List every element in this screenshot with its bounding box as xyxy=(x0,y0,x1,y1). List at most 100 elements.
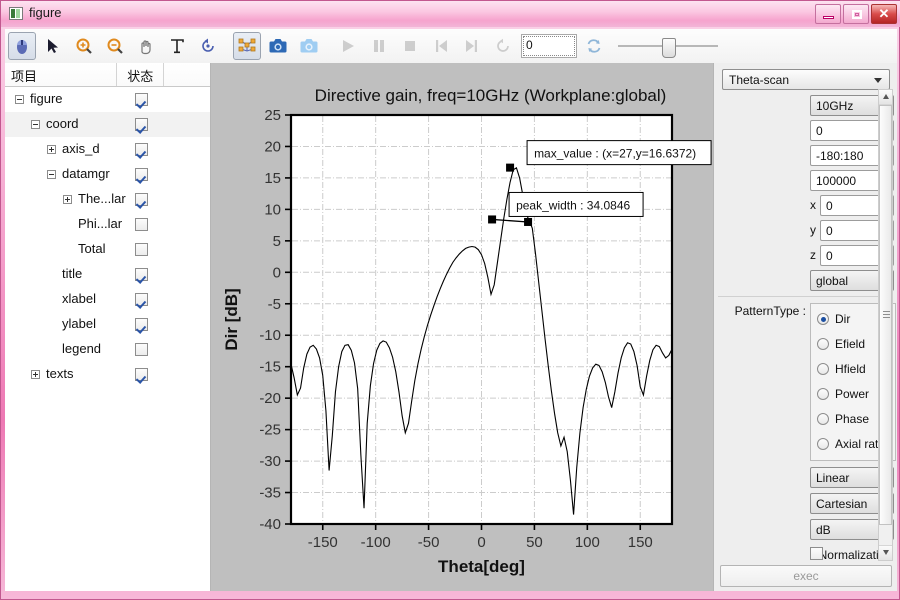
visibility-checkbox[interactable] xyxy=(135,293,148,306)
field-row: AxisType :Cartesian xyxy=(714,491,896,516)
field-row: Distance :100000 xyxy=(714,168,894,193)
max-value-annotation-text: max_value : (x=27,y=16.6372) xyxy=(534,147,696,161)
tree-row-label-cell: figure xyxy=(5,87,118,112)
tree-row-axisd[interactable]: axis_d xyxy=(5,137,210,162)
radio-label: Dir xyxy=(835,312,851,326)
tree-row-label-cell: xlabel xyxy=(5,287,118,312)
tree-item-label: axis_d xyxy=(62,141,100,156)
tree-column-status[interactable]: 状态 xyxy=(117,63,165,86)
scroll-thumb[interactable] xyxy=(879,105,892,525)
tree-row-ylabel[interactable]: ylabel xyxy=(5,312,210,337)
expand-icon[interactable] xyxy=(31,370,40,379)
stop-icon[interactable] xyxy=(396,32,424,60)
peak-width-marker-left[interactable] xyxy=(488,215,497,224)
visibility-checkbox[interactable] xyxy=(135,218,148,231)
zoom-out-icon[interactable] xyxy=(101,32,129,60)
field-row: Frequency :10GHz xyxy=(714,93,894,118)
content-area: 项目 状态 figure coord axis_d datamgr The...lar P… xyxy=(5,63,897,591)
max-value-marker[interactable] xyxy=(506,163,515,172)
tree-item-label: legend xyxy=(62,341,102,356)
exec-button[interactable]: exec xyxy=(720,565,892,587)
normalization-checkbox[interactable] xyxy=(810,547,823,560)
radio-label: Power xyxy=(835,387,870,401)
figure-window: figure ✕ 0 项目 状态 figure coord axis_d dat… xyxy=(0,0,900,600)
tree-row-datamgr[interactable]: datamgr xyxy=(5,162,210,187)
frame-number-input[interactable]: 0 xyxy=(521,34,577,58)
skip-last-icon[interactable] xyxy=(458,32,486,60)
peak-width-marker-right[interactable] xyxy=(524,217,533,226)
title-bar: figure ✕ xyxy=(1,1,900,27)
tree-row-total[interactable]: Total xyxy=(5,237,210,262)
tree-row-philar[interactable]: Phi...lar xyxy=(5,212,210,237)
tree-row-label-cell: texts xyxy=(5,362,118,387)
tree-row-label-cell: datamgr xyxy=(5,162,118,187)
scan-mode-value: Theta-scan xyxy=(729,73,790,87)
tree-row-legend[interactable]: legend xyxy=(5,337,210,362)
camera-copy-icon[interactable] xyxy=(295,32,323,60)
collapse-icon[interactable] xyxy=(15,95,24,104)
tree-row-checkbox-cell xyxy=(118,118,165,131)
pointer-select-icon[interactable] xyxy=(8,32,36,60)
visibility-checkbox[interactable] xyxy=(135,193,148,206)
refresh-icon[interactable] xyxy=(580,32,608,60)
visibility-checkbox[interactable] xyxy=(135,268,148,281)
loop-icon[interactable] xyxy=(489,32,517,60)
minimize-button[interactable] xyxy=(815,4,841,24)
close-button[interactable]: ✕ xyxy=(871,4,897,24)
visibility-checkbox[interactable] xyxy=(135,118,148,131)
x-tick-label: 100 xyxy=(575,534,600,551)
skip-first-icon[interactable] xyxy=(427,32,455,60)
play-icon[interactable] xyxy=(334,32,362,60)
tree-row-title[interactable]: title xyxy=(5,262,210,287)
visibility-checkbox[interactable] xyxy=(135,368,148,381)
tree-rows: figure coord axis_ddatamgr The...lar Phi...l… xyxy=(5,87,210,387)
pause-icon[interactable] xyxy=(365,32,393,60)
pan-hand-icon[interactable] xyxy=(132,32,160,60)
expand-icon[interactable] xyxy=(47,145,56,154)
tree-row-coord[interactable]: coord xyxy=(5,112,210,137)
scan-mode-select[interactable]: Theta-scan xyxy=(722,69,890,90)
tree-item-label: texts xyxy=(46,366,74,381)
visibility-checkbox[interactable] xyxy=(135,93,148,106)
plot-canvas[interactable]: -40 -35 -30 -25 -20 -15 -10 -5 0 5 10 15 20 25 -150 -10… xyxy=(211,63,713,591)
maximize-button[interactable] xyxy=(843,4,869,24)
slider-knob[interactable] xyxy=(662,38,676,58)
tree-column-item[interactable]: 项目 xyxy=(5,63,118,86)
collapse-icon[interactable] xyxy=(47,170,56,179)
chart-title: Directive gain, freq=10GHz (Workplane:gl… xyxy=(315,86,667,105)
x-tick-label: -50 xyxy=(418,534,440,551)
y-tick-label: 10 xyxy=(264,201,281,218)
visibility-checkbox[interactable] xyxy=(135,168,148,181)
tree-row-figure[interactable]: figure xyxy=(5,87,210,112)
arrow-cursor-icon[interactable] xyxy=(39,32,67,60)
camera-icon[interactable] xyxy=(264,32,292,60)
collapse-icon[interactable] xyxy=(31,120,40,129)
visibility-checkbox[interactable] xyxy=(135,143,148,156)
tree-header-row: 项目 状态 xyxy=(5,63,210,87)
tree-row-checkbox-cell xyxy=(118,93,165,106)
visibility-checkbox[interactable] xyxy=(135,318,148,331)
text-tool-icon[interactable] xyxy=(163,32,191,60)
scroll-down-button[interactable] xyxy=(879,545,892,560)
expand-icon[interactable] xyxy=(63,195,72,204)
plot-svg: -40-35-30-25-20-15-10-50510152025-150 -10… xyxy=(211,63,713,591)
tree-row-checkbox-cell xyxy=(118,368,165,381)
settings-scrollbar[interactable] xyxy=(878,89,893,561)
tree-row-label-cell: legend xyxy=(5,337,118,362)
rotate-reset-icon[interactable] xyxy=(194,32,222,60)
scroll-up-button[interactable] xyxy=(879,90,892,105)
tree-row-checkbox-cell xyxy=(118,143,165,156)
tree-row-label-cell: axis_d xyxy=(5,137,118,162)
y-tick-label: 25 xyxy=(264,107,281,124)
zoom-in-icon[interactable] xyxy=(70,32,98,60)
tree-row-xlabel[interactable]: xlabel xyxy=(5,287,210,312)
frame-slider[interactable] xyxy=(618,34,718,58)
radio-label: Axial rati xyxy=(835,437,882,451)
tree-row-thelar[interactable]: The...lar xyxy=(5,187,210,212)
visibility-checkbox[interactable] xyxy=(135,343,148,356)
visibility-checkbox[interactable] xyxy=(135,243,148,256)
tree-row-texts[interactable]: texts xyxy=(5,362,210,387)
tree-item-label: Total xyxy=(78,241,106,256)
graph-nodes-icon[interactable] xyxy=(233,32,261,60)
tree-column-extra[interactable] xyxy=(164,63,210,86)
